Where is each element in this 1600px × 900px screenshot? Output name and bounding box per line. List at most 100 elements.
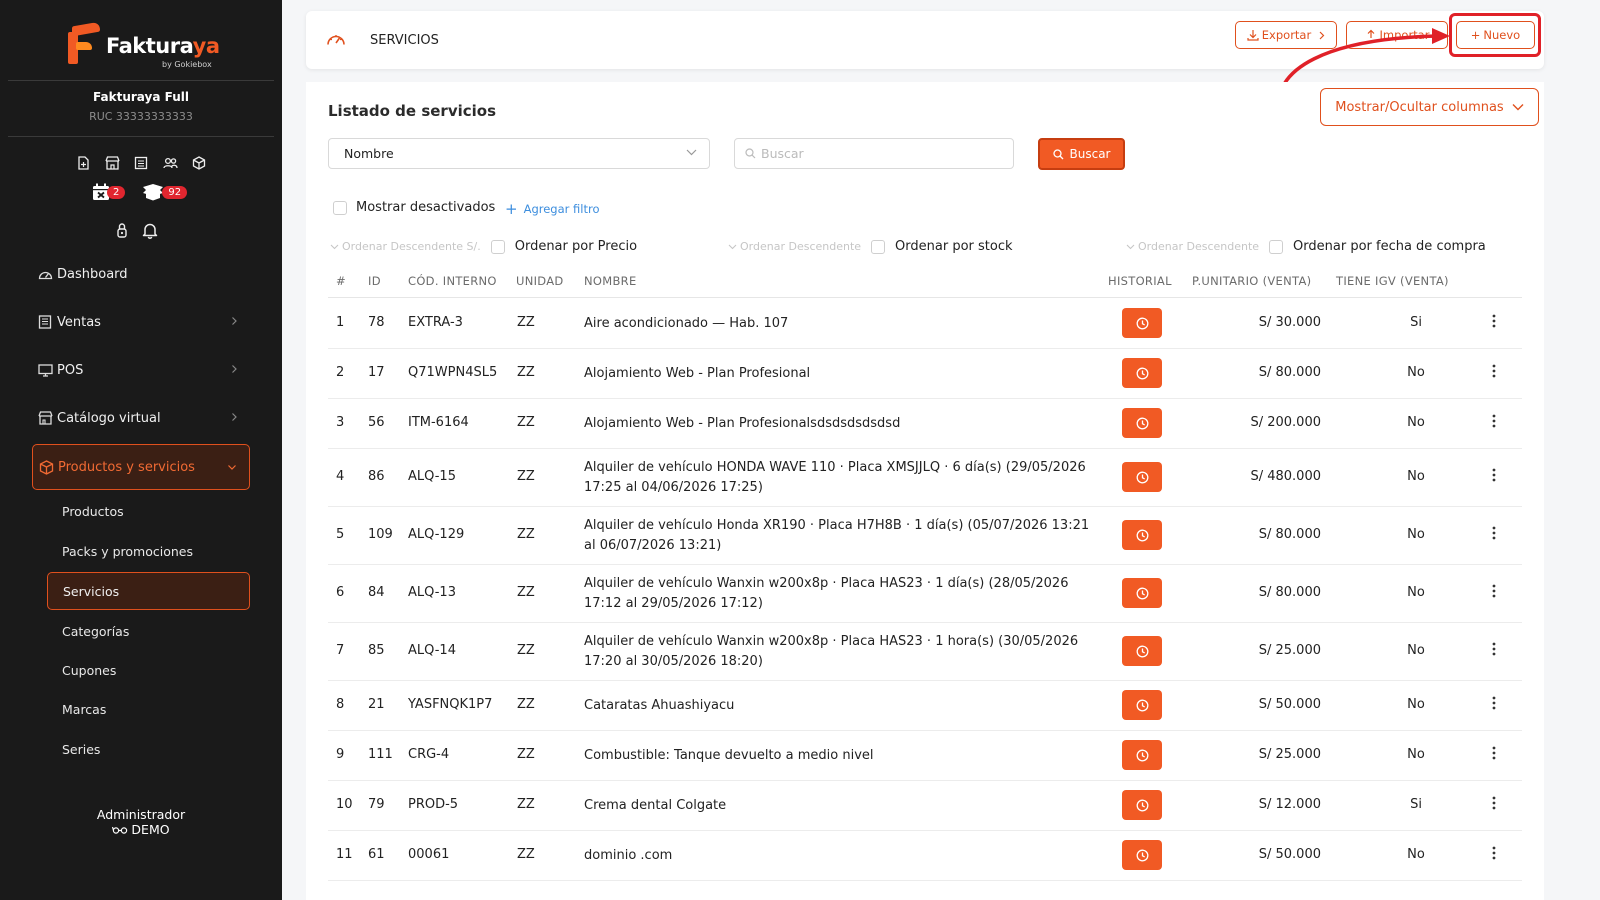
calendar-badge[interactable]: 2 [92,183,126,201]
history-button[interactable] [1122,358,1162,388]
nav-dashboard[interactable]: Dashboard [32,251,250,297]
clock-icon [1136,749,1148,761]
table-row[interactable]: 10 79 PROD-5 ZZ Crema dental Colgate S/ 12.00… [328,781,1522,831]
user-account[interactable]: DEMO [0,822,282,837]
sub-servicios[interactable]: Servicios [47,572,250,610]
order-price-checkbox[interactable] [490,239,505,254]
sub-series[interactable]: Series [47,730,250,768]
row-menu-icon[interactable] [1492,642,1496,660]
table-row[interactable]: 1 78 EXTRA-3 ZZ Aire acondicionado — Hab. 10… [328,299,1522,349]
cell-igv: No [1407,469,1425,484]
order-desc-label: Ordenar Descendente [740,240,862,253]
nav-pos[interactable]: POS [32,347,250,393]
row-menu-icon[interactable] [1492,846,1496,864]
table-row[interactable]: 11 61 00061 ZZ dominio .com S/ 50.000 No [328,831,1522,881]
row-menu-icon[interactable] [1492,796,1496,814]
table-row[interactable]: 7 85 ALQ-14 ZZ Alquiler de vehículo Wanxin w… [328,623,1522,681]
sub-marcas[interactable]: Marcas [47,690,250,728]
order-date-checkbox[interactable] [1269,239,1284,254]
bell-icon[interactable] [142,222,158,243]
table-row[interactable]: 8 21 YASFNQK1P7 ZZ Cataratas Ahuashiyacu S/ 5… [328,681,1522,731]
search-box[interactable] [734,138,1014,169]
table-row[interactable]: 9 111 CRG-4 ZZ Combustible: Tanque devuelto … [328,731,1522,781]
row-menu-icon[interactable] [1492,526,1496,544]
history-button[interactable] [1122,790,1162,820]
brand-logo[interactable]: Fakturaya [68,21,220,64]
sub-cupones[interactable]: Cupones [47,651,250,689]
order-desc-date[interactable]: Ordenar Descendente [1126,240,1259,253]
nav-ventas[interactable]: Ventas [32,299,250,345]
show-disabled-label: Mostrar desactivados [356,200,496,215]
cell-id: 17 [368,365,385,380]
col-code[interactable]: CÓD. INTERNO [408,274,497,288]
table-row[interactable]: 3 56 ITM-6164 ZZ Alojamiento Web - Plan Prof… [328,399,1522,449]
row-menu-icon[interactable] [1492,314,1496,332]
nav-catalogo[interactable]: Catálogo virtual [32,395,250,441]
search-icon [745,148,756,159]
order-desc-price[interactable]: Ordenar Descendente S/. [330,240,481,253]
history-button[interactable] [1122,520,1162,550]
nav-productos-servicios[interactable]: Productos y servicios [32,444,250,490]
order-price-label: Ordenar por Precio [514,239,638,254]
col-unit[interactable]: UNIDAD [516,274,564,288]
add-filter-link[interactable]: + Agregar filtro [505,200,600,218]
table-row[interactable]: 5 109 ALQ-129 ZZ Alquiler de vehículo Honda … [328,507,1522,565]
order-stock-label: Ordenar por stock [895,239,1013,254]
search-button[interactable]: Buscar [1038,138,1125,170]
table-row[interactable]: 2 17 Q71WPN4SL5 ZZ Alojamiento Web - Plan Pr… [328,349,1522,399]
col-num[interactable]: # [336,274,346,288]
history-button[interactable] [1122,308,1162,338]
box-badge[interactable]: 92 [141,183,188,201]
row-menu-icon[interactable] [1492,468,1496,486]
history-button[interactable] [1122,408,1162,438]
history-button[interactable] [1122,740,1162,770]
filter-field-select[interactable]: Nombre [328,138,710,169]
chevron-right-icon [232,413,237,421]
history-button[interactable] [1122,840,1162,870]
cell-code: PROD-5 [408,797,459,812]
sub-packs-promociones[interactable]: Packs y promociones [47,532,250,570]
cell-num: 6 [336,585,345,600]
cube-icon[interactable] [190,154,208,172]
divider [8,136,274,137]
plus-icon: + [505,200,518,218]
toggle-columns-button[interactable]: Mostrar/Ocultar columnas [1320,88,1539,126]
row-menu-icon[interactable] [1492,696,1496,714]
users-icon[interactable] [161,154,179,172]
sub-categorias[interactable]: Categorías [47,612,250,650]
chevron-right-icon [232,365,237,373]
col-igv[interactable]: TIENE IGV (VENTA) [1336,274,1449,288]
history-button[interactable] [1122,578,1162,608]
search-input[interactable] [761,146,1001,161]
col-name[interactable]: NOMBRE [584,274,637,288]
show-disabled-checkbox[interactable] [333,200,347,215]
order-desc-stock[interactable]: Ordenar Descendente [728,240,861,253]
lock-icon[interactable] [116,222,128,243]
order-date-label: Ordenar por fecha de compra [1293,239,1486,254]
row-menu-icon[interactable] [1492,584,1496,602]
utility-icons [116,222,158,243]
cell-code: ITM-6164 [408,415,469,430]
table-row[interactable]: 6 84 ALQ-13 ZZ Alquiler de vehículo Wanxin w… [328,565,1522,623]
new-document-icon[interactable] [74,154,92,172]
history-button[interactable] [1122,462,1162,492]
cell-unit: ZZ [517,415,535,430]
show-disabled-toggle[interactable]: Mostrar desactivados [333,200,495,215]
row-menu-icon[interactable] [1492,414,1496,432]
row-menu-icon[interactable] [1492,364,1496,382]
store-icon[interactable] [103,154,121,172]
history-button[interactable] [1122,690,1162,720]
cell-id: 61 [368,847,385,862]
chevron-right-icon [232,317,237,325]
order-stock-checkbox[interactable] [871,239,886,254]
col-history[interactable]: HISTORIAL [1108,274,1172,288]
row-menu-icon[interactable] [1492,746,1496,764]
col-id[interactable]: ID [368,274,381,288]
sub-productos[interactable]: Productos [47,492,250,530]
list-icon[interactable] [132,154,150,172]
table-row[interactable]: 4 86 ALQ-15 ZZ Alquiler de vehículo HONDA WA… [328,449,1522,507]
history-button[interactable] [1122,636,1162,666]
col-price[interactable]: P.UNITARIO (VENTA) [1192,274,1311,288]
cell-price: S/ 80.000 [1258,585,1321,600]
select-value: Nombre [344,146,394,161]
